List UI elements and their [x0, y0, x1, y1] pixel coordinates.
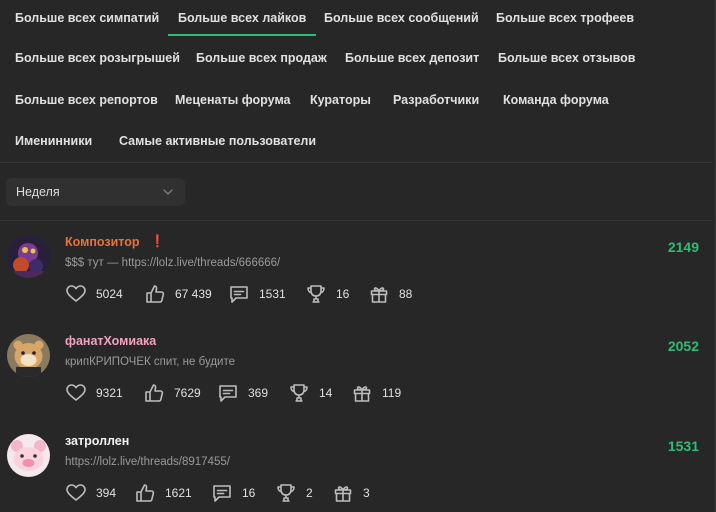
username[interactable]: фанатХомиака: [65, 334, 156, 348]
tab-most-messages[interactable]: Больше всех сообщений: [324, 8, 479, 28]
message-icon: [213, 485, 231, 502]
thumbs-count: 67 439: [175, 287, 212, 301]
tab-most-giveaways[interactable]: Больше всех розыгрышей: [15, 48, 180, 68]
likes-count: 5024: [96, 287, 123, 301]
tab-most-reviews[interactable]: Больше всех отзывов: [498, 48, 636, 68]
leaderboard-row: фанатХомиака крипКРИПОЧЕК спит, не будит…: [0, 320, 713, 418]
messages-count: 1531: [259, 287, 286, 301]
gift-icon: [334, 486, 352, 502]
tab-most-reports[interactable]: Больше всех репортов: [15, 90, 158, 110]
likes-count: 9321: [96, 386, 123, 400]
gifts-count: 119: [382, 386, 402, 400]
score: 2149: [667, 239, 699, 255]
tab-most-sales[interactable]: Больше всех продаж: [196, 48, 327, 68]
gift-icon: [353, 386, 371, 402]
heart-icon: [66, 484, 86, 501]
thumbs-up-icon: [146, 285, 165, 303]
messages-count: 16: [242, 486, 256, 500]
user-status: $$$ тут — https://lolz.live/threads/6666…: [65, 257, 281, 269]
avatar[interactable]: [7, 235, 50, 278]
tab-forum-team[interactable]: Команда форума: [503, 90, 609, 110]
tab-most-deposit[interactable]: Больше всех депозит: [345, 48, 479, 68]
period-select[interactable]: Неделя: [6, 178, 185, 206]
tab-birthdays[interactable]: Именинники: [15, 131, 92, 151]
thumbs-up-icon: [145, 384, 164, 402]
heart-icon: [66, 384, 86, 401]
trophies-count: 2: [306, 486, 313, 500]
avatar[interactable]: [7, 434, 50, 477]
leaderboard-row: Композитор ❗ $$$ тут — https://lolz.live…: [0, 221, 713, 319]
user-status: крипКРИПОЧЕК спит, не будите: [65, 356, 235, 368]
tab-developers[interactable]: Разработчики: [393, 90, 479, 110]
alert-badge-icon: ❗: [150, 234, 165, 248]
trophies-count: 14: [319, 386, 333, 400]
gift-icon: [370, 287, 388, 303]
trophy-icon: [307, 285, 325, 303]
thumbs-count: 1621: [165, 486, 192, 500]
message-icon: [219, 385, 237, 402]
trophy-icon: [290, 384, 308, 402]
likes-count: 394: [96, 486, 117, 500]
trophy-icon: [277, 484, 295, 502]
tab-most-active-users[interactable]: Самые активные пользователи: [119, 131, 316, 151]
thumbs-count: 7629: [174, 386, 201, 400]
thumbs-up-icon: [136, 484, 155, 502]
message-icon: [230, 286, 248, 303]
username[interactable]: Композитор: [65, 235, 140, 249]
user-status: https://lolz.live/threads/8917455/: [65, 456, 230, 468]
chevron-down-icon: [163, 189, 173, 195]
messages-count: 369: [248, 386, 269, 400]
tab-most-sympathies[interactable]: Больше всех симпатий: [15, 8, 159, 28]
trophies-count: 16: [336, 287, 350, 301]
tabs-divider: [0, 162, 713, 163]
avatar[interactable]: [7, 334, 50, 377]
score: 1531: [667, 438, 699, 454]
tab-curators[interactable]: Кураторы: [310, 90, 371, 110]
tab-most-likes[interactable]: Больше всех лайков: [167, 8, 317, 36]
heart-icon: [66, 285, 86, 302]
leaderboard-tabs: Больше всех симпатий Больше всех лайков …: [0, 0, 713, 162]
gifts-count: 3: [363, 486, 370, 500]
username[interactable]: затроллен: [65, 434, 129, 448]
tab-most-trophies[interactable]: Больше всех трофеев: [496, 8, 634, 28]
leaderboard-row: затроллен https://lolz.live/threads/8917…: [0, 420, 713, 512]
score: 2052: [667, 338, 699, 354]
gifts-count: 88: [399, 287, 413, 301]
leaderboard-panel: Больше всех симпатий Больше всех лайков …: [0, 0, 716, 512]
tab-forum-patrons[interactable]: Меценаты форума: [175, 90, 290, 110]
period-select-value: Неделя: [16, 185, 60, 199]
